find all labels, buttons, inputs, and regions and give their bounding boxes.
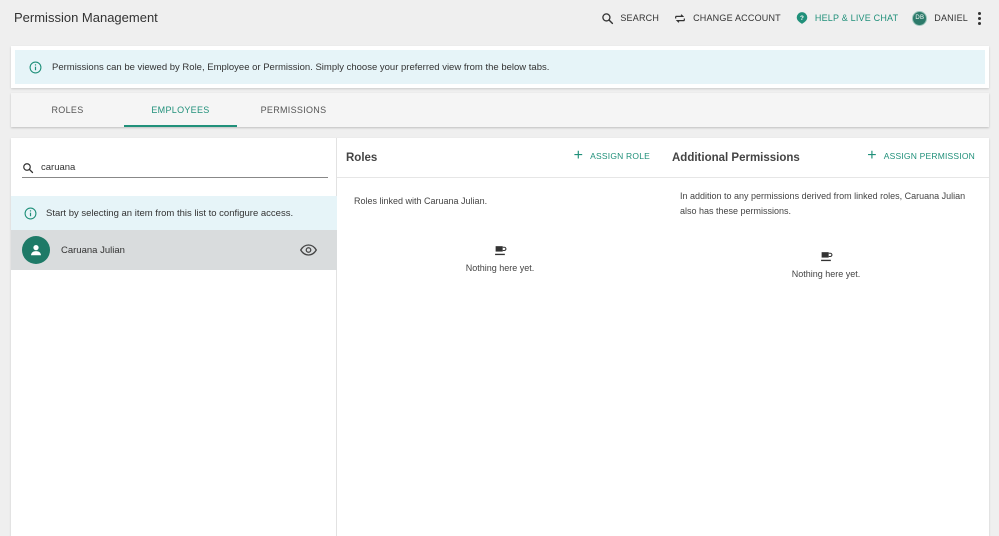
additional-permissions-pane: Additional Permissions + ASSIGN PERMISSI…: [663, 138, 989, 536]
search-icon: [23, 162, 34, 173]
permissions-empty-text: Nothing here yet.: [791, 269, 861, 279]
search-button[interactable]: SEARCH: [601, 12, 659, 25]
list-item[interactable]: Caruana Julian: [11, 230, 337, 270]
user-name: DANIEL: [934, 13, 968, 23]
top-actions: SEARCH CHANGE ACCOUNT ? HELP & LIVE CHAT…: [587, 0, 981, 36]
assign-role-label: ASSIGN ROLE: [590, 151, 650, 161]
user-menu[interactable]: DB DANIEL: [912, 10, 968, 26]
roles-pane: Roles + ASSIGN ROLE Roles linked with Ca…: [337, 138, 663, 536]
main-panel: Start by selecting an item from this lis…: [11, 138, 989, 536]
change-account-label: CHANGE ACCOUNT: [693, 13, 781, 23]
swap-icon: [675, 13, 686, 23]
help-icon: ?: [796, 12, 808, 24]
help-label: HELP & LIVE CHAT: [814, 13, 899, 23]
top-bar: Permission Management SEARCH CHANGE ACCO…: [0, 0, 999, 36]
roles-description: Roles linked with Caruana Julian.: [354, 196, 488, 206]
view-eye-icon[interactable]: [300, 244, 317, 256]
employee-list-pane: Start by selecting an item from this lis…: [11, 138, 337, 536]
tab-employees[interactable]: EMPLOYEES: [124, 93, 237, 127]
tab-permissions[interactable]: PERMISSIONS: [237, 93, 350, 127]
selection-hint: Start by selecting an item from this lis…: [11, 196, 337, 230]
person-icon: [22, 236, 50, 264]
search-icon: [602, 12, 614, 24]
app-title: Permission Management: [14, 10, 158, 25]
svg-text:?: ?: [800, 15, 804, 22]
permissions-title: Additional Permissions: [672, 152, 800, 164]
view-tabs: ROLES EMPLOYEES PERMISSIONS: [11, 93, 989, 127]
employee-search: [22, 158, 328, 178]
roles-empty-state: Nothing here yet.: [337, 244, 663, 273]
change-account-button[interactable]: CHANGE ACCOUNT: [673, 12, 781, 25]
hint-text: Start by selecting an item from this lis…: [46, 207, 294, 219]
plus-icon: +: [867, 147, 877, 164]
roles-header: Roles + ASSIGN ROLE: [337, 138, 663, 178]
tab-roles[interactable]: ROLES: [11, 93, 124, 127]
permissions-description: In addition to any permissions derived f…: [680, 191, 966, 216]
permissions-header: Additional Permissions + ASSIGN PERMISSI…: [663, 138, 989, 178]
assign-role-button[interactable]: + ASSIGN ROLE: [573, 147, 650, 164]
help-live-chat-button[interactable]: ? HELP & LIVE CHAT: [795, 11, 898, 25]
info-icon: [24, 207, 37, 219]
user-avatar: DB: [912, 10, 928, 26]
more-menu-icon[interactable]: [978, 11, 981, 25]
assign-permission-label: ASSIGN PERMISSION: [883, 151, 975, 161]
roles-empty-text: Nothing here yet.: [465, 263, 535, 273]
employee-name: Caruana Julian: [61, 244, 125, 256]
info-icon: [29, 61, 42, 73]
coffee-cup-icon: [820, 252, 832, 262]
permissions-empty-state: Nothing here yet.: [663, 250, 989, 279]
roles-title: Roles: [346, 152, 378, 164]
info-banner: Permissions can be viewed by Role, Emplo…: [11, 46, 989, 88]
coffee-cup-icon: [494, 246, 506, 256]
employee-search-input[interactable]: [41, 162, 311, 173]
plus-icon: +: [573, 147, 584, 164]
search-label: SEARCH: [620, 13, 660, 23]
assign-permission-button[interactable]: + ASSIGN PERMISSION: [867, 147, 975, 164]
info-message: Permissions can be viewed by Role, Emplo…: [52, 61, 550, 73]
